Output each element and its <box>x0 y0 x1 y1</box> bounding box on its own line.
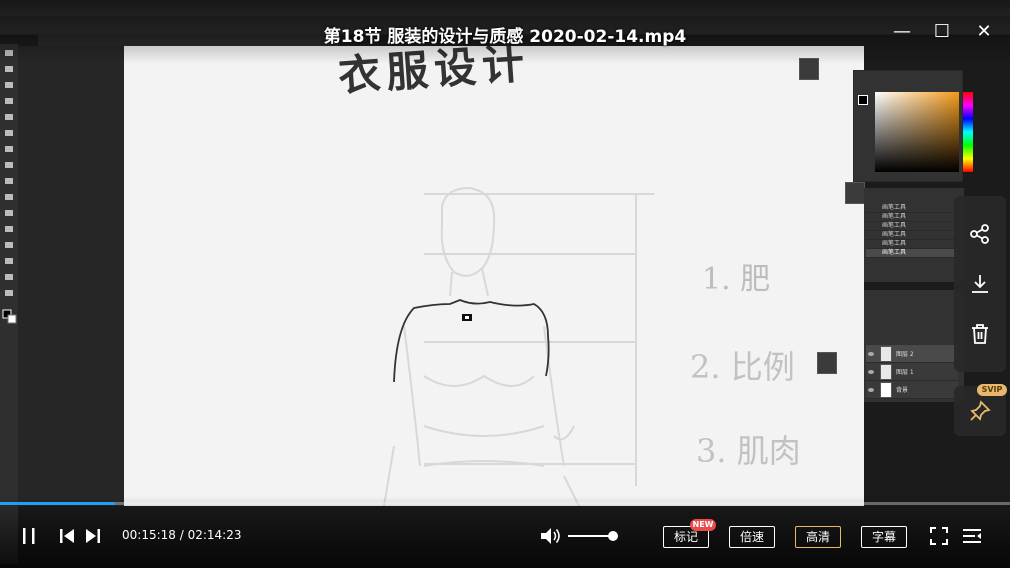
ps-canvas: 衣服设计 1. 肥 2. 比例 3. 肌肉 <box>124 46 864 506</box>
video-title: 第18节 服装的设计与质感 2020-02-14.mp4 <box>323 27 687 47</box>
close-button[interactable]: ✕ <box>970 18 998 46</box>
next-button[interactable] <box>82 524 104 548</box>
skip-previous-icon <box>60 529 74 543</box>
layer-thumbnail <box>880 346 892 362</box>
volume-fill <box>568 535 613 537</box>
delete-button[interactable] <box>954 312 1006 356</box>
history-item-active: 画笔工具 <box>866 249 958 258</box>
playlist-button[interactable] <box>960 524 984 548</box>
quality-button[interactable]: 高清 <box>795 526 841 548</box>
share-icon <box>970 224 989 244</box>
new-badge: NEW <box>690 519 716 531</box>
minimize-button[interactable]: — <box>888 18 916 46</box>
volume-button[interactable] <box>538 524 564 548</box>
history-item: 画笔工具 <box>866 231 958 240</box>
download-icon <box>972 275 988 293</box>
history-item: 画笔工具 <box>866 222 958 231</box>
speed-button[interactable]: 倍速 <box>729 526 775 548</box>
eye-icon <box>868 352 874 356</box>
fullscreen-button[interactable] <box>928 524 950 548</box>
playlist-icon <box>963 529 981 543</box>
subtitle-button[interactable]: 字幕 <box>861 526 907 548</box>
maximize-button[interactable]: ☐ <box>928 18 956 46</box>
pin-icon <box>970 400 991 421</box>
layer-thumbnail <box>880 382 892 398</box>
progress-fill <box>0 502 116 505</box>
fullscreen-icon <box>930 527 948 545</box>
ps-panel-collapse-icon <box>845 182 865 204</box>
volume-knob[interactable] <box>608 531 618 541</box>
ps-toolbar <box>0 44 18 564</box>
canvas-note-1: 1. 肥 <box>702 262 771 297</box>
svip-badge: SVIP <box>977 384 1007 396</box>
eye-icon <box>868 388 874 392</box>
ps-info-icon <box>817 352 837 374</box>
ps-hue-slider <box>963 92 973 172</box>
layer-thumbnail <box>880 364 892 380</box>
history-item: 画笔工具 <box>866 204 958 213</box>
pause-button[interactable] <box>18 524 40 548</box>
canvas-note-2: 2. 比例 <box>690 348 795 386</box>
ps-color-picker <box>875 92 959 172</box>
canvas-note-3: 3. 肌肉 <box>696 432 801 470</box>
volume-icon <box>541 528 560 544</box>
ps-tool-icons <box>2 50 17 324</box>
history-item: 画笔工具 <box>866 213 958 222</box>
skip-next-icon <box>86 529 100 543</box>
share-button[interactable] <box>954 212 1006 256</box>
download-button[interactable] <box>954 262 1006 306</box>
pause-icon <box>23 528 35 544</box>
eye-icon <box>868 370 874 374</box>
previous-button[interactable] <box>56 524 78 548</box>
history-item: 画笔工具 <box>866 240 958 249</box>
ps-foreground-swatch <box>858 95 868 105</box>
progress-bar[interactable] <box>0 502 1010 505</box>
time-display: 00:15:18 / 02:14:23 <box>122 528 242 542</box>
trash-icon <box>972 324 988 344</box>
